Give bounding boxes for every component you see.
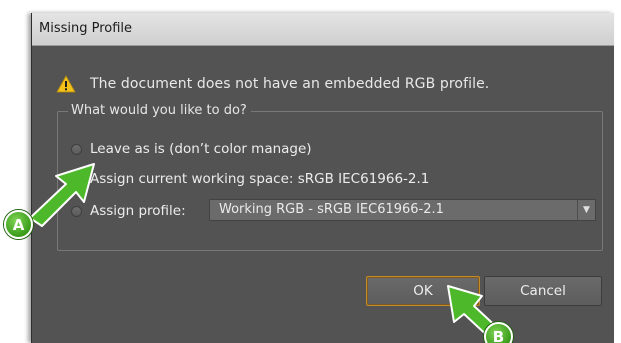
options-group-legend: What would you like to do? <box>68 103 251 118</box>
callout-badge-a: A <box>4 210 33 239</box>
profile-select[interactable]: Working RGB - sRGB IEC61966-2.1 ▼ <box>209 199 596 221</box>
option-assign-working-space[interactable]: Assign current working space: sRGB IEC61… <box>71 169 429 189</box>
dialog-titlebar: Missing Profile <box>32 13 614 46</box>
screenshot-stage: Missing Profile The document does not ha… <box>0 0 621 343</box>
option-assign-profile[interactable]: Assign profile: Working RGB - sRGB IEC61… <box>71 199 596 221</box>
radio-leave-as-is[interactable] <box>71 143 82 155</box>
warning-icon <box>56 75 76 93</box>
option-label: Assign current working space: sRGB IEC61… <box>90 171 430 187</box>
profile-select-value: Working RGB - sRGB IEC61966-2.1 <box>219 202 444 217</box>
chevron-down-icon[interactable]: ▼ <box>577 200 595 220</box>
dialog-message: The document does not have an embedded R… <box>56 73 489 95</box>
option-label: Assign profile: <box>90 203 186 219</box>
options-group: What would you like to do? Leave as is (… <box>57 103 603 251</box>
callout-badge-b: B <box>484 322 513 343</box>
option-leave-as-is[interactable]: Leave as is (don’t color manage) <box>71 139 312 159</box>
option-label: Leave as is (don’t color manage) <box>90 141 312 157</box>
message-text: The document does not have an embedded R… <box>90 76 490 92</box>
missing-profile-dialog: Missing Profile The document does not ha… <box>31 13 614 343</box>
dialog-title: Missing Profile <box>39 21 133 36</box>
